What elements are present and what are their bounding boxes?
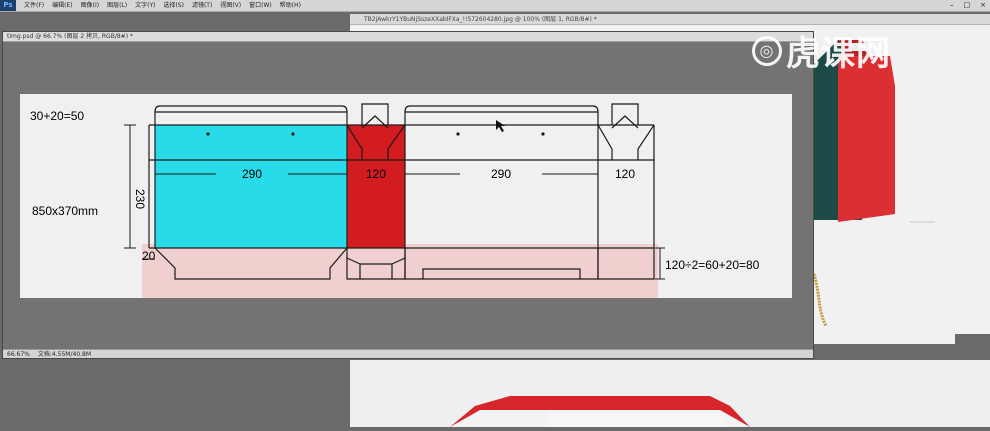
label-right-calc: 120÷2=60+20=80 (665, 258, 760, 272)
maximize-button[interactable]: □ (964, 0, 971, 11)
menu-edit[interactable]: 编辑(E) (48, 0, 76, 11)
label-size: 850x370mm (32, 204, 98, 218)
label-bottom-20: 20 (142, 249, 156, 263)
watermark-text: 虎课网 (786, 34, 891, 74)
label-panel-width-3: 290 (491, 167, 511, 181)
photoshop-logo: Ps (0, 0, 16, 11)
label-panel-width-2: 120 (366, 167, 386, 181)
menu-select[interactable]: 选择(S) (159, 0, 188, 11)
watermark: ◎ 虎课网 (752, 26, 891, 75)
status-bar: 66.67% 文档:4.55M/40.8M (3, 349, 813, 358)
menu-bar: Ps 文件(F) 编辑(E) 图像(I) 图层(L) 文字(Y) 选择(S) 滤… (0, 0, 990, 12)
menu-view[interactable]: 视图(V) (216, 0, 245, 11)
document-size: 文档:4.55M/40.8M (37, 351, 92, 358)
menu-type[interactable]: 文字(Y) (131, 0, 159, 11)
window-controls: – □ × (950, 0, 986, 11)
zoom-level[interactable]: 66.67% (7, 350, 30, 358)
tiger-logo-icon: ◎ (752, 35, 782, 66)
red-panel (347, 125, 405, 248)
menu-window[interactable]: 窗口(W) (245, 0, 276, 11)
menu-file[interactable]: 文件(F) (20, 0, 48, 11)
box-dieline: 30+20=50 230 850x370mm 20 120÷2=60+20=80… (30, 103, 760, 298)
bag-front-panel (838, 56, 895, 222)
label-panel-width-1: 290 (242, 167, 262, 181)
bag-rope (812, 273, 828, 327)
menu-filter[interactable]: 滤镜(T) (188, 0, 216, 11)
close-button[interactable]: × (980, 0, 986, 11)
menu-image[interactable]: 图像(I) (77, 0, 103, 11)
document-canvas[interactable]: 30+20=50 230 850x370mm 20 120÷2=60+20=80… (20, 94, 792, 298)
label-height: 230 (133, 189, 147, 209)
document-tab[interactable]: timg.psd @ 66.7% (图层 2 拷贝, RGB/8#) * (3, 32, 813, 42)
cyan-panel (155, 125, 347, 248)
background-document-tab[interactable]: TB2jAwkrY1YBuNjSszeXXablFXa_!!572604280.… (350, 14, 990, 25)
label-top-calc: 30+20=50 (30, 109, 84, 123)
minimize-button[interactable]: – (950, 0, 954, 11)
menu-help[interactable]: 帮助(H) (276, 0, 305, 11)
label-panel-width-4: 120 (615, 167, 635, 181)
document-window[interactable]: timg.psd @ 66.7% (图层 2 拷贝, RGB/8#) * 30+… (2, 31, 814, 359)
menu-layer[interactable]: 图层(L) (103, 0, 131, 11)
mouse-cursor-icon (496, 120, 505, 132)
